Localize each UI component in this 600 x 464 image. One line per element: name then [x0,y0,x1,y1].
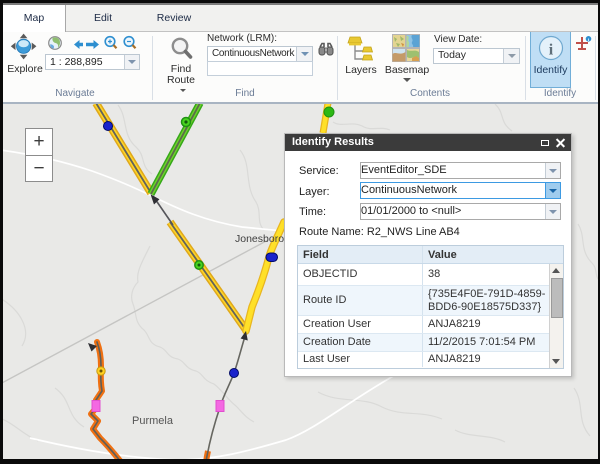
svg-text:i: i [549,42,554,59]
svg-text:Purmela: Purmela [132,415,174,427]
svg-text:Jonesboro: Jonesboro [235,233,284,245]
